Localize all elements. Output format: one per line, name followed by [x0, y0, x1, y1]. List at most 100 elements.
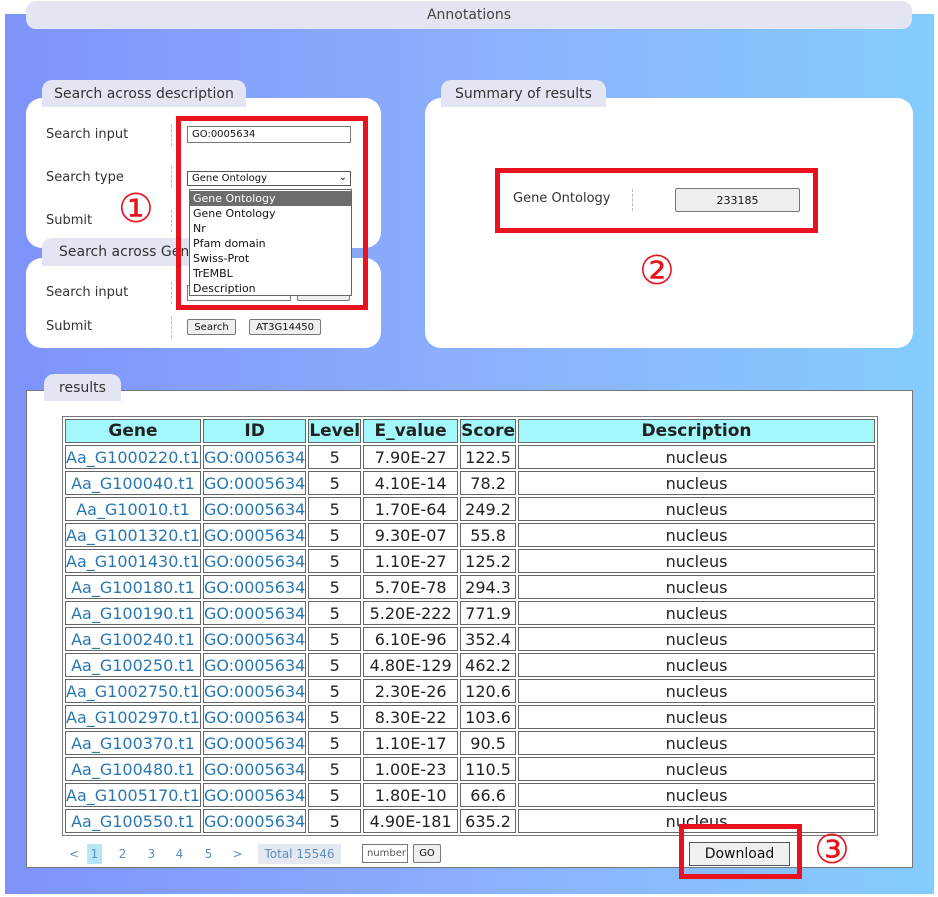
- column-header-description: Description: [518, 419, 875, 443]
- cell-score: 294.3: [460, 575, 517, 599]
- cell-id-link[interactable]: GO:0005634: [204, 760, 305, 779]
- cell-id: GO:0005634: [202, 705, 307, 729]
- cell-gene-link[interactable]: Aa_G100480.t1: [71, 760, 195, 779]
- cell-evalue: 1.80E-10: [363, 783, 459, 807]
- cell-evalue: 5.20E-222: [363, 601, 459, 625]
- cell-id: GO:0005634: [202, 809, 307, 833]
- cell-level: 5: [308, 549, 362, 573]
- cell-gene-link[interactable]: Aa_G1001320.t1: [66, 526, 200, 545]
- cell-score: 90.5: [460, 731, 517, 755]
- cell-id: GO:0005634: [202, 575, 307, 599]
- cell-level: 5: [308, 471, 362, 495]
- page-number-input[interactable]: number: [362, 844, 408, 863]
- cell-level: 5: [308, 757, 362, 781]
- cell-gene-link[interactable]: Aa_G1005170.t1: [66, 786, 200, 805]
- table-row: Aa_G100040.t1 GO:0005634 5 4.10E-14 78.2 nucl…: [65, 471, 875, 495]
- cell-gene-link[interactable]: Aa_G1002750.t1: [66, 682, 200, 701]
- cell-description: nucleus: [518, 601, 875, 625]
- table-row: Aa_G1001430.t1 GO:0005634 5 1.10E-27 125.2 nu…: [65, 549, 875, 573]
- table-header-row: Gene ID Level E_value Score Description: [65, 419, 875, 443]
- cell-gene: Aa_G100190.t1: [65, 601, 201, 625]
- divider: [171, 282, 172, 304]
- cell-gene-link[interactable]: Aa_G100040.t1: [71, 474, 195, 493]
- table-row: Aa_G100370.t1 GO:0005634 5 1.10E-17 90.5 nucl…: [65, 731, 875, 755]
- cell-evalue: 5.70E-78: [363, 575, 459, 599]
- cell-score: 635.2: [460, 809, 517, 833]
- go-button[interactable]: GO: [413, 844, 441, 863]
- cell-description: nucleus: [518, 705, 875, 729]
- cell-gene-link[interactable]: Aa_G100250.t1: [71, 656, 195, 675]
- table-row: Aa_G100250.t1 GO:0005634 5 4.80E-129 462.2 nu…: [65, 653, 875, 677]
- cell-id-link[interactable]: GO:0005634: [204, 500, 305, 519]
- divider: [171, 166, 172, 188]
- example-gene-button[interactable]: AT3G14450: [249, 319, 321, 335]
- cell-score: 122.5: [460, 445, 517, 469]
- cell-id-link[interactable]: GO:0005634: [204, 474, 305, 493]
- divider: [171, 124, 172, 146]
- cell-id-link[interactable]: GO:0005634: [204, 552, 305, 571]
- cell-gene-link[interactable]: Aa_G100370.t1: [71, 734, 195, 753]
- cell-evalue: 4.90E-181: [363, 809, 459, 833]
- page-3[interactable]: 3: [144, 844, 159, 864]
- column-header-level: Level: [308, 419, 362, 443]
- summary-tab: Summary of results: [441, 80, 606, 107]
- cell-gene-link[interactable]: Aa_G1002970.t1: [66, 708, 200, 727]
- page-5[interactable]: 5: [201, 844, 216, 864]
- prev-page[interactable]: <: [67, 844, 81, 864]
- highlight-box-2: [495, 168, 818, 233]
- cell-evalue: 1.10E-17: [363, 731, 459, 755]
- cell-id-link[interactable]: GO:0005634: [204, 734, 305, 753]
- cell-id-link[interactable]: GO:0005634: [204, 656, 305, 675]
- column-header-id: ID: [202, 419, 307, 443]
- cell-level: 5: [308, 601, 362, 625]
- cell-level: 5: [308, 783, 362, 807]
- cell-id-link[interactable]: GO:0005634: [204, 448, 305, 467]
- cell-id-link[interactable]: GO:0005634: [204, 604, 305, 623]
- cell-description: nucleus: [518, 523, 875, 547]
- cell-id-link[interactable]: GO:0005634: [204, 682, 305, 701]
- cell-id-link[interactable]: GO:0005634: [204, 630, 305, 649]
- cell-id-link[interactable]: GO:0005634: [204, 812, 305, 831]
- cell-gene-link[interactable]: Aa_G100190.t1: [71, 604, 195, 623]
- cell-gene: Aa_G100480.t1: [65, 757, 201, 781]
- cell-level: 5: [308, 523, 362, 547]
- cell-level: 5: [308, 731, 362, 755]
- cell-evalue: 2.30E-26: [363, 679, 459, 703]
- cell-gene-link[interactable]: Aa_G100240.t1: [71, 630, 195, 649]
- search-input-label: Search input: [46, 127, 129, 142]
- cell-evalue: 7.90E-27: [363, 445, 459, 469]
- cell-id-link[interactable]: GO:0005634: [204, 526, 305, 545]
- cell-description: nucleus: [518, 783, 875, 807]
- cell-id-link[interactable]: GO:0005634: [204, 578, 305, 597]
- cell-level: 5: [308, 445, 362, 469]
- table-row: Aa_G100240.t1 GO:0005634 5 6.10E-96 352.4 nuc…: [65, 627, 875, 651]
- page-2[interactable]: 2: [115, 844, 130, 864]
- cell-evalue: 1.70E-64: [363, 497, 459, 521]
- cell-id-link[interactable]: GO:0005634: [204, 786, 305, 805]
- cell-gene-link[interactable]: Aa_G10010.t1: [76, 500, 190, 519]
- table-row: Aa_G100480.t1 GO:0005634 5 1.00E-23 110.5 nuc…: [65, 757, 875, 781]
- cell-id: GO:0005634: [202, 653, 307, 677]
- total-count: Total 15546: [258, 844, 341, 864]
- cell-score: 771.9: [460, 601, 517, 625]
- cell-id-link[interactable]: GO:0005634: [204, 708, 305, 727]
- search-button[interactable]: Search: [187, 319, 236, 335]
- cell-evalue: 1.10E-27: [363, 549, 459, 573]
- cell-gene-link[interactable]: Aa_G100180.t1: [71, 578, 195, 597]
- submit-label: Submit: [46, 213, 93, 228]
- cell-id: GO:0005634: [202, 731, 307, 755]
- cell-gene-link[interactable]: Aa_G1001430.t1: [66, 552, 200, 571]
- cell-gene-link[interactable]: Aa_G1000220.t1: [66, 448, 200, 467]
- cell-level: 5: [308, 653, 362, 677]
- cell-gene: Aa_G100240.t1: [65, 627, 201, 651]
- page-4[interactable]: 4: [172, 844, 187, 864]
- cell-score: 352.4: [460, 627, 517, 651]
- cell-gene-link[interactable]: Aa_G100550.t1: [71, 812, 195, 831]
- cell-evalue: 4.80E-129: [363, 653, 459, 677]
- cell-id: GO:0005634: [202, 445, 307, 469]
- highlight-box-3: [679, 824, 802, 879]
- next-page[interactable]: >: [230, 844, 245, 864]
- cell-gene: Aa_G1000220.t1: [65, 445, 201, 469]
- page-1[interactable]: 1: [87, 844, 102, 864]
- cell-evalue: 4.10E-14: [363, 471, 459, 495]
